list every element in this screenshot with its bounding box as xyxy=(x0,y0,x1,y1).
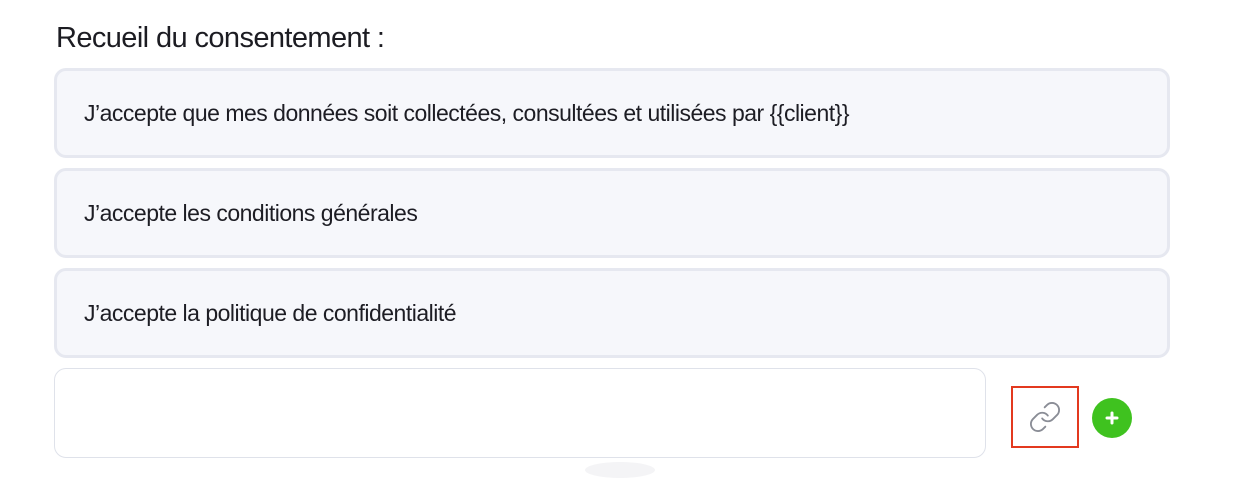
consent-item-label: J’accepte les conditions générales xyxy=(84,199,418,226)
consent-item-label: J’accepte la politique de confidentialit… xyxy=(84,299,457,326)
plus-icon xyxy=(1104,410,1120,426)
consent-item-terms[interactable]: J’accepte les conditions générales xyxy=(54,168,1170,258)
consent-item-label: J’accepte que mes données soit collectée… xyxy=(84,99,850,126)
add-consent-button[interactable] xyxy=(1092,398,1132,438)
consent-item-data-usage[interactable]: J’accepte que mes données soit collectée… xyxy=(54,68,1170,158)
section-title: Recueil du consentement : xyxy=(56,22,385,54)
scroll-shadow xyxy=(585,462,655,478)
link-button[interactable] xyxy=(1011,386,1079,448)
consent-item-privacy[interactable]: J’accepte la politique de confidentialit… xyxy=(54,268,1170,358)
link-icon xyxy=(1028,400,1062,434)
new-consent-input[interactable] xyxy=(54,368,986,458)
